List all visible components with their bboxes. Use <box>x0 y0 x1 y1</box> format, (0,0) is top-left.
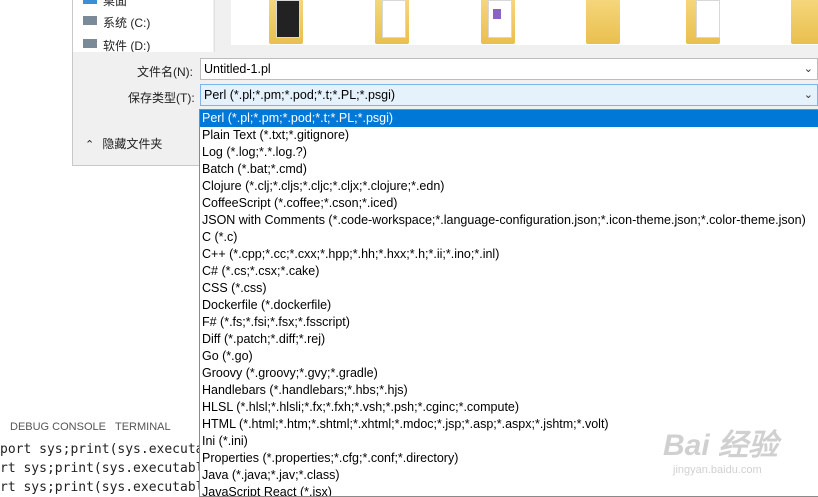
dropdown-option[interactable]: C (*.c) <box>200 229 818 246</box>
file-list-area[interactable] <box>231 0 818 45</box>
hide-folders-toggle[interactable]: ⌃ 隐藏文件夹 <box>85 135 162 152</box>
tab-debug-console[interactable]: DEBUG CONSOLE <box>10 421 106 433</box>
desktop-icon <box>83 0 97 4</box>
chevron-down-icon[interactable]: ⌄ <box>804 88 813 101</box>
panel-tab-bar: DEBUG CONSOLE TERMINAL <box>0 414 210 438</box>
dropdown-option[interactable]: JSON with Comments (*.code-workspace;*.l… <box>200 212 818 229</box>
filename-value: Untitled-1.pl <box>204 62 271 76</box>
drive-icon <box>83 39 97 48</box>
dropdown-option[interactable]: Go (*.go) <box>200 348 818 365</box>
dropdown-option[interactable]: Diff (*.patch;*.diff;*.rej) <box>200 331 818 348</box>
dropdown-option[interactable]: Clojure (*.clj;*.cljs;*.cljc;*.cljx;*.cl… <box>200 178 818 195</box>
terminal-line: rt sys;print(sys.executabl <box>0 461 204 476</box>
dropdown-option[interactable]: Groovy (*.groovy;*.gvy;*.gradle) <box>200 365 818 382</box>
dropdown-option[interactable]: F# (*.fs;*.fsi;*.fsx;*.fsscript) <box>200 314 818 331</box>
terminal-line: rt sys;print(sys.executabl <box>0 480 204 495</box>
dropdown-option[interactable]: Handlebars (*.handlebars;*.hbs;*.hjs) <box>200 382 818 399</box>
filename-input[interactable]: Untitled-1.pl ⌄ <box>200 58 818 80</box>
nav-item-system-c[interactable]: 系统 (C:) <box>103 14 150 31</box>
filetype-dropdown-list[interactable]: Perl (*.pl;*.pm;*.pod;*.t;*.PL;*.psgi) Pl… <box>199 109 818 497</box>
dropdown-option[interactable]: C++ (*.cpp;*.cc;*.cxx;*.hpp;*.hh;*.hxx;*… <box>200 246 818 263</box>
filetype-select[interactable]: Perl (*.pl;*.pm;*.pod;*.t;*.PL;*.psgi) ⌄ <box>200 84 818 106</box>
folder-icon[interactable] <box>269 0 303 44</box>
nav-item-software-d[interactable]: 软件 (D:) <box>103 37 150 52</box>
dropdown-option[interactable]: Java (*.java;*.jav;*.class) <box>200 467 818 484</box>
filetype-selected-value: Perl (*.pl;*.pm;*.pod;*.t;*.PL;*.psgi) <box>204 88 396 102</box>
dropdown-option[interactable]: Dockerfile (*.dockerfile) <box>200 297 818 314</box>
dropdown-option[interactable]: Perl (*.pl;*.pm;*.pod;*.t;*.PL;*.psgi) <box>200 110 818 127</box>
dropdown-option[interactable]: Properties (*.properties;*.cfg;*.conf;*.… <box>200 450 818 467</box>
chevron-down-icon[interactable]: ⌄ <box>804 62 813 75</box>
dropdown-option[interactable]: HLSL (*.hlsl;*.hlsli;*.fx;*.fxh;*.vsh;*.… <box>200 399 818 416</box>
dropdown-option[interactable]: Batch (*.bat;*.cmd) <box>200 161 818 178</box>
dropdown-option[interactable]: Ini (*.ini) <box>200 433 818 450</box>
navigation-pane[interactable]: 桌面 系统 (C:) 软件 (D:) <box>73 0 213 52</box>
drive-icon <box>83 16 97 25</box>
dropdown-option[interactable]: Log (*.log;*.*.log.?) <box>200 144 818 161</box>
dropdown-option[interactable]: JavaScript React (*.jsx) <box>200 484 818 496</box>
nav-item-desktop[interactable]: 桌面 <box>103 0 127 9</box>
dropdown-option[interactable]: CSS (*.css) <box>200 280 818 297</box>
dropdown-option[interactable]: CoffeeScript (*.coffee;*.cson;*.iced) <box>200 195 818 212</box>
terminal-output[interactable]: port sys;print(sys.executa rt sys;print(… <box>0 440 205 497</box>
tab-terminal[interactable]: TERMINAL <box>115 421 171 433</box>
folder-icon[interactable] <box>586 0 620 44</box>
folder-icon[interactable] <box>375 0 409 44</box>
terminal-line: port sys;print(sys.executa <box>0 442 204 457</box>
dropdown-option[interactable]: HTML (*.html;*.htm;*.shtml;*.xhtml;*.mdo… <box>200 416 818 433</box>
hide-folders-label: 隐藏文件夹 <box>102 137 163 151</box>
dropdown-option[interactable]: Plain Text (*.txt;*.gitignore) <box>200 127 818 144</box>
folder-icon[interactable] <box>686 0 720 44</box>
nav-scrollbar[interactable] <box>214 0 231 52</box>
filename-label: 文件名(N): <box>137 65 193 79</box>
chevron-up-icon: ⌃ <box>85 139 95 151</box>
folder-icon[interactable] <box>791 0 818 44</box>
dropdown-option[interactable]: C# (*.cs;*.csx;*.cake) <box>200 263 818 280</box>
filetype-label: 保存类型(T): <box>128 91 195 105</box>
folder-icon[interactable] <box>481 0 515 44</box>
